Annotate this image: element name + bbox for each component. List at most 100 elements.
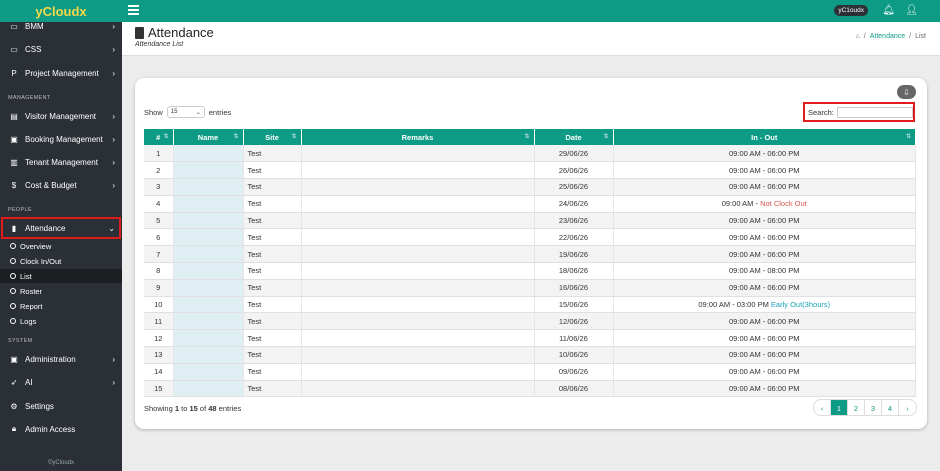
page-size-control: Show 15 ⌄ entries xyxy=(144,106,231,118)
sidebar-item-booking-management[interactable]: ▣ Booking Management › xyxy=(0,129,122,149)
page-button-3[interactable]: 3 xyxy=(865,400,882,415)
cell-remarks xyxy=(301,178,535,196)
page-size-select[interactable]: 15 ⌄ xyxy=(166,106,205,118)
sort-icon: ⇅ xyxy=(603,133,609,140)
sidebar-item-ai[interactable]: ➶ AI › xyxy=(0,372,122,392)
table-row[interactable]: 4 Test 24/06/26 09:00 AM - Not Clock Out xyxy=(144,195,916,213)
bell-icon[interactable]: 🔔︎ xyxy=(882,5,895,16)
page-title: Attendance xyxy=(135,25,214,40)
next-page-button[interactable]: › xyxy=(899,400,916,415)
cell-remarks xyxy=(301,245,535,264)
sidebar-subitem-list[interactable]: List xyxy=(0,269,122,283)
cell-in-out: 09:00 AM - 06:00 PM xyxy=(613,161,916,180)
sidebar-item-tenant-management[interactable]: ▥ Tenant Management › xyxy=(0,152,122,172)
cell-in-out: 09:00 AM - 06:00 PM xyxy=(613,380,916,398)
sidebar-item-admin-access[interactable]: 🔒︎ Admin Access xyxy=(0,419,122,439)
sidebar-item-label: BMM xyxy=(25,21,44,31)
circle-icon xyxy=(10,303,16,309)
cell-in-out: 09:00 AM - 06:00 PM xyxy=(613,245,916,264)
page-button-2[interactable]: 2 xyxy=(848,400,865,415)
col-header-date[interactable]: Date ⇅ xyxy=(534,129,614,145)
table-row[interactable]: 9 Test 16/06/26 09:00 AM - 06:00 PM xyxy=(144,279,916,297)
cell-date: 26/06/26 xyxy=(534,161,614,180)
cell-number: 5 xyxy=(144,212,174,230)
sidebar-item-project-management[interactable]: P Project Management › xyxy=(0,63,122,83)
user-icon[interactable]: 👤︎ xyxy=(905,5,918,16)
status-note: Early Out(3hours) xyxy=(770,300,831,310)
col-header-remarks[interactable]: Remarks ⇅ xyxy=(301,129,535,145)
table-row[interactable]: 5 Test 23/06/26 09:00 AM - 06:00 PM xyxy=(144,212,916,230)
table-row[interactable]: 3 Test 25/06/26 09:00 AM - 06:00 PM xyxy=(144,178,916,196)
cell-date: 16/06/26 xyxy=(534,279,614,297)
sidebar-item-label: AI xyxy=(25,377,33,387)
sidebar-subitem-clock-in-out[interactable]: Clock In/Out xyxy=(0,254,122,268)
col-header-in-out[interactable]: In - Out ⇅ xyxy=(613,129,916,145)
table-row[interactable]: 2 Test 26/06/26 09:00 AM - 06:00 PM xyxy=(144,161,916,180)
time-range: 09:00 AM - 06:00 PM xyxy=(729,316,800,326)
col-header-site[interactable]: Site ⇅ xyxy=(243,129,302,145)
info-to: 15 xyxy=(189,404,198,413)
sidebar-item-cost-budget[interactable]: $ Cost & Budget › xyxy=(0,175,122,195)
cell-remarks xyxy=(301,346,535,364)
search-input[interactable] xyxy=(836,106,913,118)
user-badge[interactable]: yC1oudx xyxy=(834,5,868,16)
table-row[interactable]: 7 Test 19/06/26 09:00 AM - 06:00 PM xyxy=(144,245,916,264)
cell-name-redacted xyxy=(173,312,244,331)
col-label: Remarks xyxy=(401,132,434,142)
cell-number: 8 xyxy=(144,262,174,280)
table-row[interactable]: 15 Test 08/06/26 09:00 AM - 06:00 PM xyxy=(144,380,916,398)
export-button[interactable]: ⇩ xyxy=(897,85,916,99)
cell-remarks xyxy=(301,363,535,381)
monitor-icon: ▭ xyxy=(10,21,18,31)
prev-page-button[interactable]: ‹ xyxy=(814,400,831,415)
table-row[interactable]: 13 Test 10/06/26 09:00 AM - 06:00 PM xyxy=(144,346,916,364)
table-row[interactable]: 11 Test 12/06/26 09:00 AM - 06:00 PM xyxy=(144,312,916,331)
table-row[interactable]: 12 Test 11/06/26 09:00 AM - 06:00 PM xyxy=(144,329,916,348)
col-header-number[interactable]: # ⇅ xyxy=(144,129,174,145)
subitem-label: Report xyxy=(20,301,43,311)
cell-in-out: 09:00 AM - 06:00 PM xyxy=(613,228,916,247)
sidebar-item-administration[interactable]: ▣ Administration › xyxy=(0,349,122,369)
sidebar-item-bmm[interactable]: ▭ BMM › xyxy=(0,16,122,36)
table-row[interactable]: 14 Test 09/06/26 09:00 AM - 06:00 PM xyxy=(144,363,916,381)
info-total: 48 xyxy=(208,404,217,413)
table-row[interactable]: 1 Test 29/06/26 09:00 AM - 06:00 PM xyxy=(144,145,916,163)
sort-icon: ⇅ xyxy=(905,133,911,140)
cell-name-redacted xyxy=(173,178,244,196)
cell-date: 22/06/26 xyxy=(534,228,614,247)
subitem-label: Logs xyxy=(20,316,37,326)
cell-remarks xyxy=(301,161,535,180)
sidebar-subitem-overview[interactable]: Overview xyxy=(0,239,122,253)
time-range: 09:00 AM - 06:00 PM xyxy=(729,384,800,394)
cell-name-redacted xyxy=(173,296,244,314)
sidebar-item-css[interactable]: ▭ CSS › xyxy=(0,39,122,59)
table-row[interactable]: 10 Test 15/06/26 09:00 AM - 03:00 PM Early … xyxy=(144,296,916,314)
col-header-name[interactable]: Name ⇅ xyxy=(173,129,244,145)
cell-date: 25/06/26 xyxy=(534,178,614,196)
cell-number: 3 xyxy=(144,178,174,196)
cell-in-out: 09:00 AM - 06:00 PM xyxy=(613,363,916,381)
cell-date: 29/06/26 xyxy=(534,145,614,163)
page-button-1[interactable]: 1 xyxy=(831,400,848,415)
sidebar-subitem-roster[interactable]: Roster xyxy=(0,284,122,298)
cell-name-redacted xyxy=(173,329,244,348)
home-icon[interactable]: ⌂ xyxy=(856,33,860,40)
breadcrumb-attendance[interactable]: Attendance xyxy=(870,33,905,40)
table-row[interactable]: 6 Test 22/06/26 09:00 AM - 06:00 PM xyxy=(144,228,916,247)
menu-icon[interactable] xyxy=(128,5,139,15)
table-row[interactable]: 8 Test 18/06/26 09:00 AM - 08:00 PM xyxy=(144,262,916,280)
cell-number: 11 xyxy=(144,312,174,331)
top-bar: yC1oudx 🔔︎ 👤︎ xyxy=(122,0,940,22)
sidebar-subitem-logs[interactable]: Logs xyxy=(0,314,122,328)
briefcase-icon: ▣ xyxy=(10,134,18,144)
cell-number: 9 xyxy=(144,279,174,297)
sidebar-subitem-report[interactable]: Report xyxy=(0,299,122,313)
sidebar-item-settings[interactable]: ⚙ Settings xyxy=(0,396,122,416)
cell-remarks xyxy=(301,195,535,213)
col-label: Site xyxy=(265,132,279,142)
cell-date: 11/06/26 xyxy=(534,329,614,348)
dollar-icon: $ xyxy=(11,180,17,190)
table-info: Showing 1 to 15 of 48 entries xyxy=(144,404,241,413)
page-button-4[interactable]: 4 xyxy=(882,400,899,415)
sidebar-item-visitor-management[interactable]: ▤ Visitor Management › xyxy=(0,106,122,126)
